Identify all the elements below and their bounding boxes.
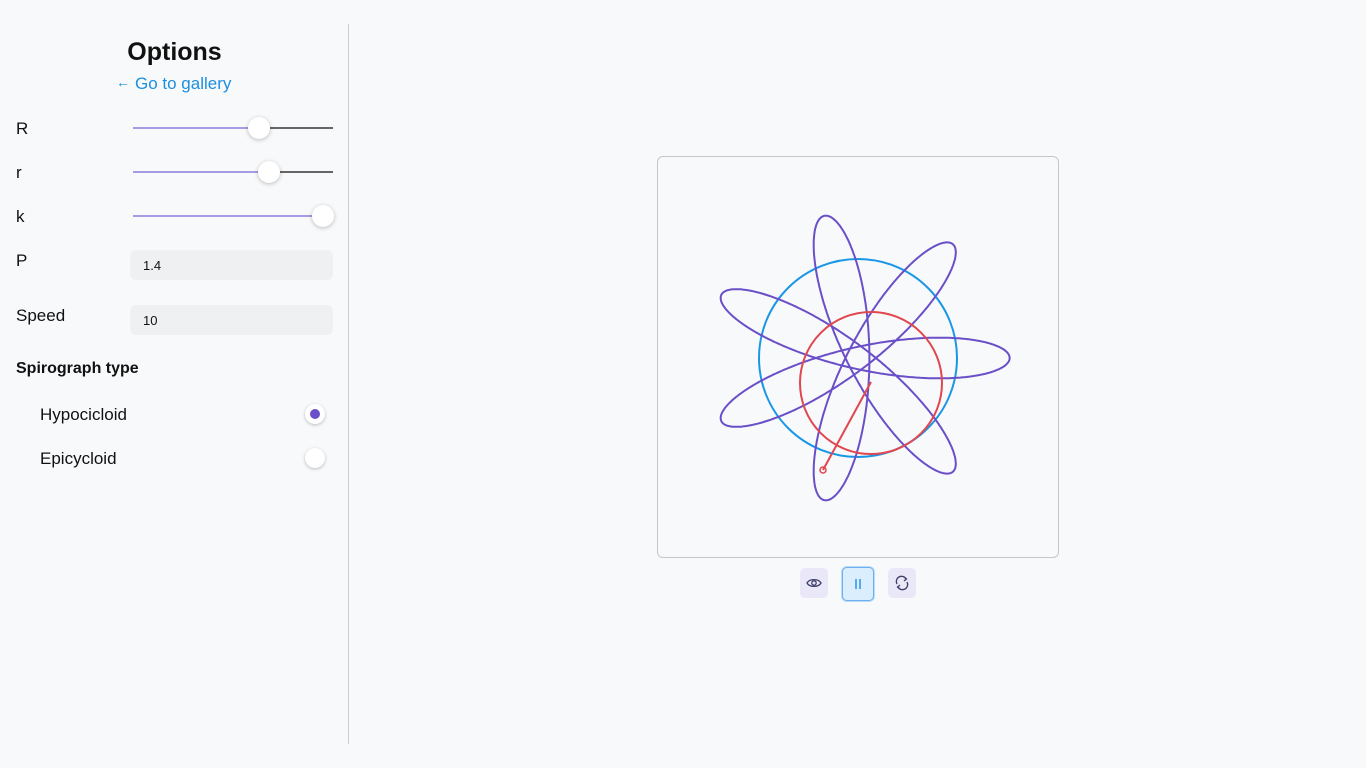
slider-R[interactable]: [133, 117, 333, 139]
slider-thumb[interactable]: [248, 117, 270, 139]
slider-fill: [133, 215, 323, 217]
slider-label-r: r: [16, 163, 22, 182]
pause-button[interactable]: [842, 567, 874, 601]
epicycloid-radio[interactable]: [305, 448, 325, 468]
spirograph-canvas: [657, 156, 1059, 558]
toggle-visibility-button[interactable]: [800, 568, 828, 598]
hypocicloid-radio[interactable]: [305, 404, 325, 424]
slider-label-R: R: [16, 119, 29, 138]
refresh-icon: [895, 575, 909, 591]
slider-fill: [133, 127, 259, 129]
spirograph-drawing: [719, 214, 1011, 502]
slider-thumb[interactable]: [258, 161, 280, 183]
radio-label-hypocicloid: Hypocicloid: [40, 405, 127, 424]
slider-r[interactable]: [133, 161, 333, 183]
slider-thumb[interactable]: [312, 205, 334, 227]
slider-k[interactable]: [133, 205, 334, 227]
p-input[interactable]: [130, 250, 333, 280]
go-to-gallery-label: Go to gallery: [135, 74, 232, 93]
go-to-gallery-link[interactable]: ← Go to gallery: [116, 74, 231, 94]
input-label-speed: Speed: [16, 306, 66, 325]
speed-input[interactable]: [130, 305, 333, 335]
slider-label-k: k: [16, 207, 25, 226]
reset-button[interactable]: [888, 568, 916, 598]
pause-icon: [855, 579, 861, 589]
spirograph-type-heading: Spirograph type: [16, 360, 139, 377]
radio-label-epicycloid: Epicycloid: [40, 449, 117, 468]
options-sidebar: Options ← Go to gallery R r k P Speed Spi…: [0, 24, 349, 744]
input-label-p: P: [16, 251, 28, 270]
eye-icon: [806, 578, 822, 588]
arrow-left-icon: ←: [116, 74, 130, 90]
slider-fill: [133, 171, 269, 173]
options-title: Options: [127, 38, 222, 66]
